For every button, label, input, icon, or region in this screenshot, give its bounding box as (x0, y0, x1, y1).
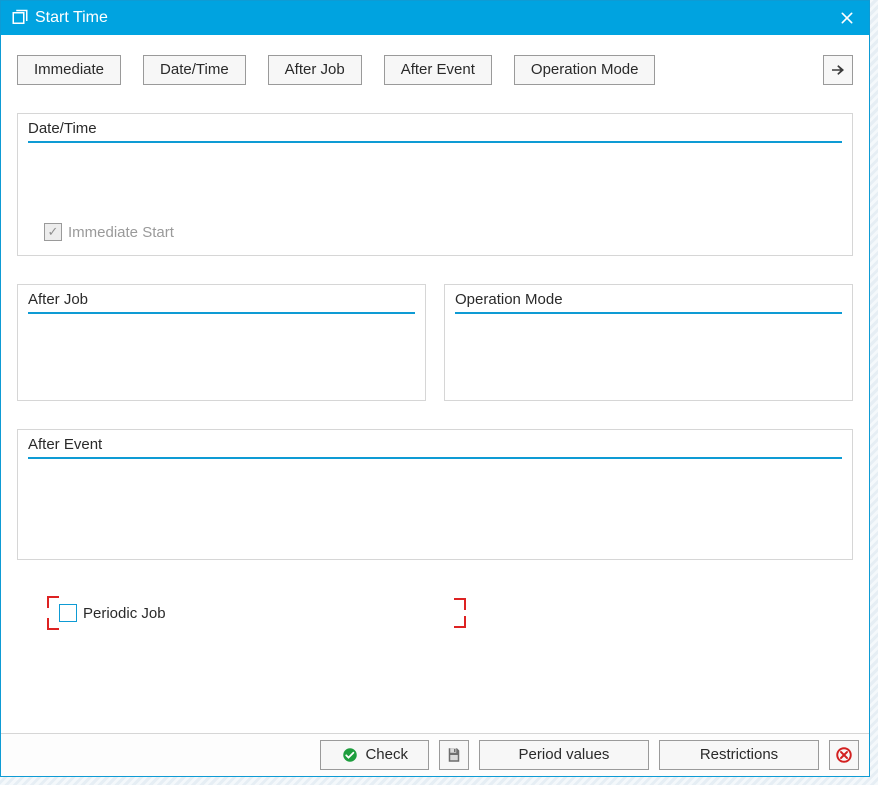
period-values-button[interactable]: Period values (479, 740, 649, 770)
dialog-footer: Check Period values Restrictions (1, 733, 869, 776)
after-job-group-title: After Job (28, 291, 415, 314)
checkbox-unchecked-icon (59, 604, 77, 622)
dialog-icon (11, 9, 29, 27)
operation-mode-group: Operation Mode (444, 284, 853, 401)
dialog-body: Immediate Date/Time After Job After Even… (1, 35, 869, 733)
after-job-group: After Job (17, 284, 426, 401)
cancel-icon (835, 746, 853, 764)
start-condition-tabs: Immediate Date/Time After Job After Even… (17, 55, 853, 85)
operation-mode-group-title: Operation Mode (455, 291, 842, 314)
check-circle-icon (341, 746, 359, 764)
arrow-right-icon (829, 61, 847, 79)
tab-date-time[interactable]: Date/Time (143, 55, 246, 84)
after-event-group: After Event (17, 429, 853, 560)
immediate-start-checkbox: ✓ Immediate Start (44, 223, 174, 241)
more-tabs-button[interactable] (823, 55, 853, 85)
immediate-start-label: Immediate Start (68, 224, 174, 241)
after-event-group-title: After Event (28, 436, 842, 459)
date-time-group: Date/Time ✓ Immediate Start (17, 113, 853, 256)
start-time-dialog: Start Time Immediate Date/Time After Job… (0, 0, 870, 777)
period-values-label: Period values (519, 746, 610, 763)
periodic-job-region: Periodic Job (17, 588, 853, 628)
save-icon (445, 746, 463, 764)
periodic-job-label: Periodic Job (83, 605, 166, 622)
required-bracket-close (448, 598, 466, 628)
tab-immediate[interactable]: Immediate (17, 55, 121, 84)
check-button[interactable]: Check (320, 740, 429, 770)
dialog-title: Start Time (35, 9, 835, 27)
checkbox-checked-icon: ✓ (44, 223, 62, 241)
check-button-label: Check (365, 746, 408, 763)
save-button[interactable] (439, 740, 469, 770)
after-job-op-mode-row: After Job Operation Mode (17, 284, 853, 401)
restrictions-button[interactable]: Restrictions (659, 740, 819, 770)
restrictions-label: Restrictions (700, 746, 778, 763)
required-bracket-open: Periodic Job (53, 598, 168, 628)
periodic-job-checkbox[interactable]: Periodic Job (59, 604, 166, 622)
cancel-button[interactable] (829, 740, 859, 770)
tab-after-event[interactable]: After Event (384, 55, 492, 84)
title-bar: Start Time (1, 1, 869, 35)
date-time-group-title: Date/Time (28, 120, 842, 143)
tab-after-job[interactable]: After Job (268, 55, 362, 84)
tab-operation-mode[interactable]: Operation Mode (514, 55, 656, 84)
close-icon[interactable] (835, 6, 859, 30)
